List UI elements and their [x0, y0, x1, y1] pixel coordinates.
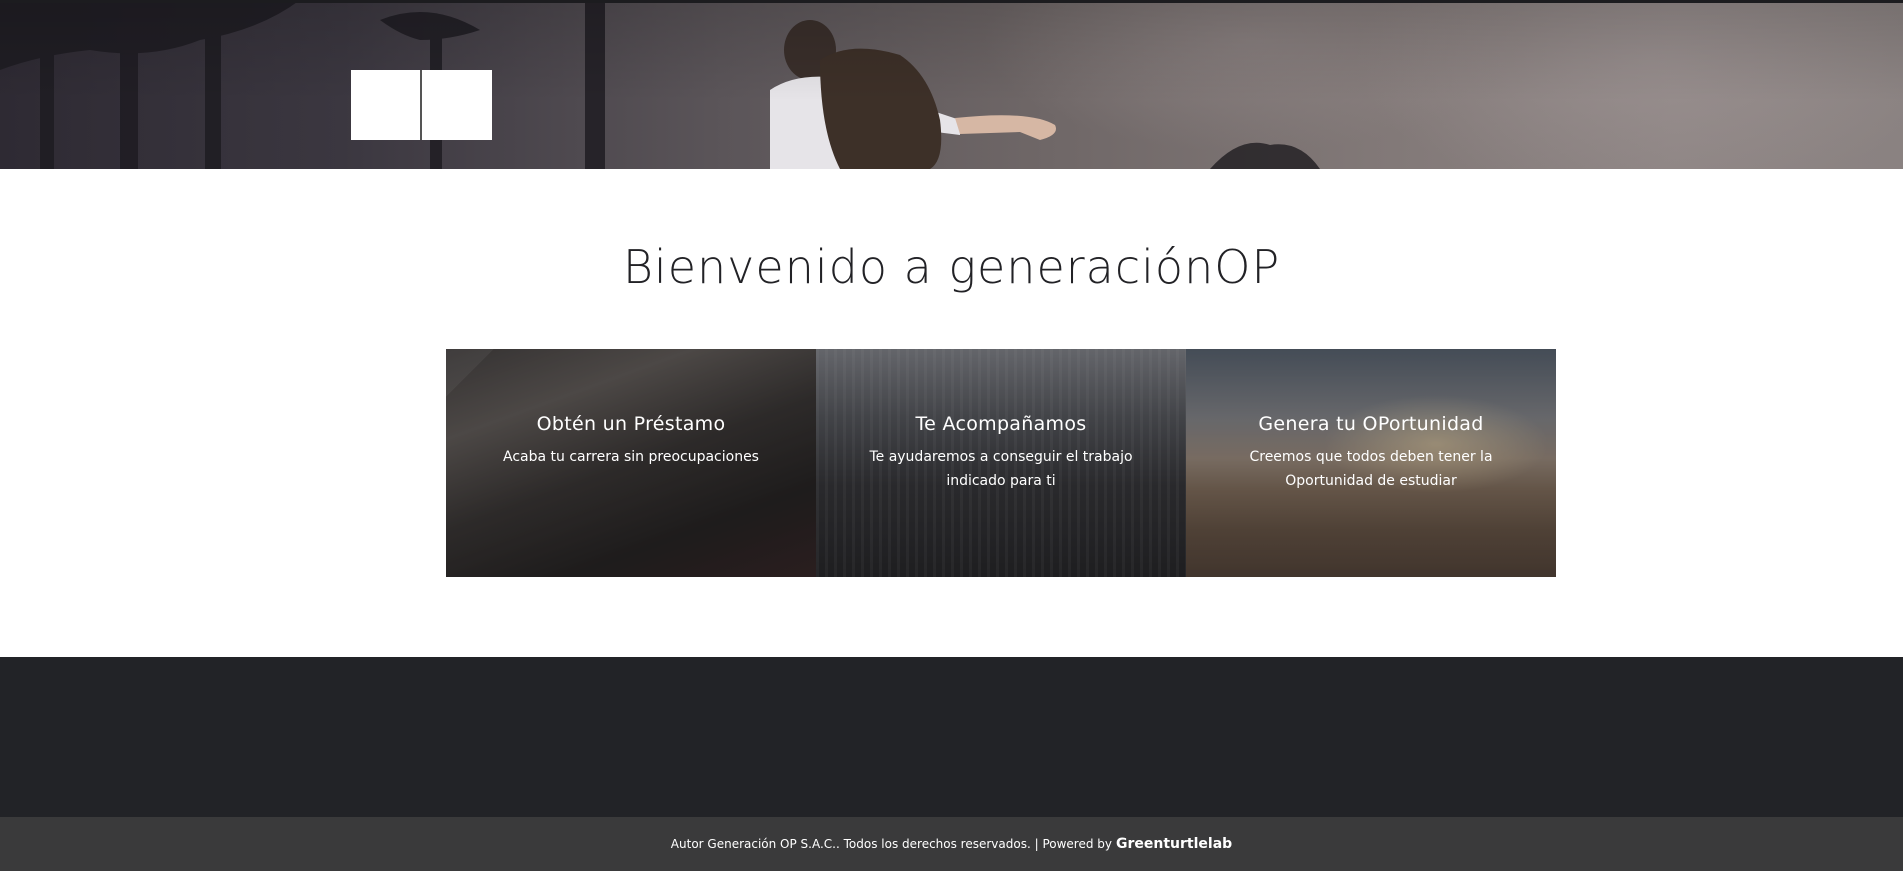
top-border — [0, 0, 1903, 3]
footer-main — [0, 657, 1903, 817]
logo-left-panel[interactable] — [351, 70, 421, 140]
hero-background-image — [0, 0, 1320, 169]
card-accompany[interactable]: Te Acompañamos Te ayudaremos a conseguir… — [816, 349, 1186, 577]
card-opportunity[interactable]: Genera tu OPortunidad Creemos que todos … — [1186, 349, 1556, 577]
card-text: Creemos que todos deben tener la Oportun… — [1249, 449, 1493, 489]
logo-right-panel[interactable] — [422, 70, 492, 140]
card-text: Acaba tu carrera sin preocupaciones — [503, 449, 759, 465]
card-text: Te ayudaremos a conseguir el trabajo ind… — [869, 449, 1133, 489]
card-title: Genera tu OPortunidad — [1258, 413, 1484, 435]
card-title: Te Acompañamos — [915, 413, 1087, 435]
feature-cards: Obtén un Préstamo Acaba tu carrera sin p… — [446, 349, 1556, 577]
card-loan[interactable]: Obtén un Préstamo Acaba tu carrera sin p… — [446, 349, 816, 577]
copyright-text: Autor Generación OP S.A.C.. Todos los de… — [670, 837, 1113, 851]
welcome-title: Bienvenido a generaciónOP — [622, 240, 1281, 294]
hero-banner — [0, 0, 1903, 169]
card-content: Te Acompañamos Te ayudaremos a conseguir… — [816, 413, 1186, 493]
footer-copyright-bar: Autor Generación OP S.A.C.. Todos los de… — [0, 817, 1903, 871]
card-content: Genera tu OPortunidad Creemos que todos … — [1186, 413, 1556, 493]
card-content: Obtén un Préstamo Acaba tu carrera sin p… — [446, 413, 816, 469]
brand-link[interactable]: Greenturtlelab — [1116, 836, 1232, 852]
card-title: Obtén un Préstamo — [536, 413, 726, 435]
